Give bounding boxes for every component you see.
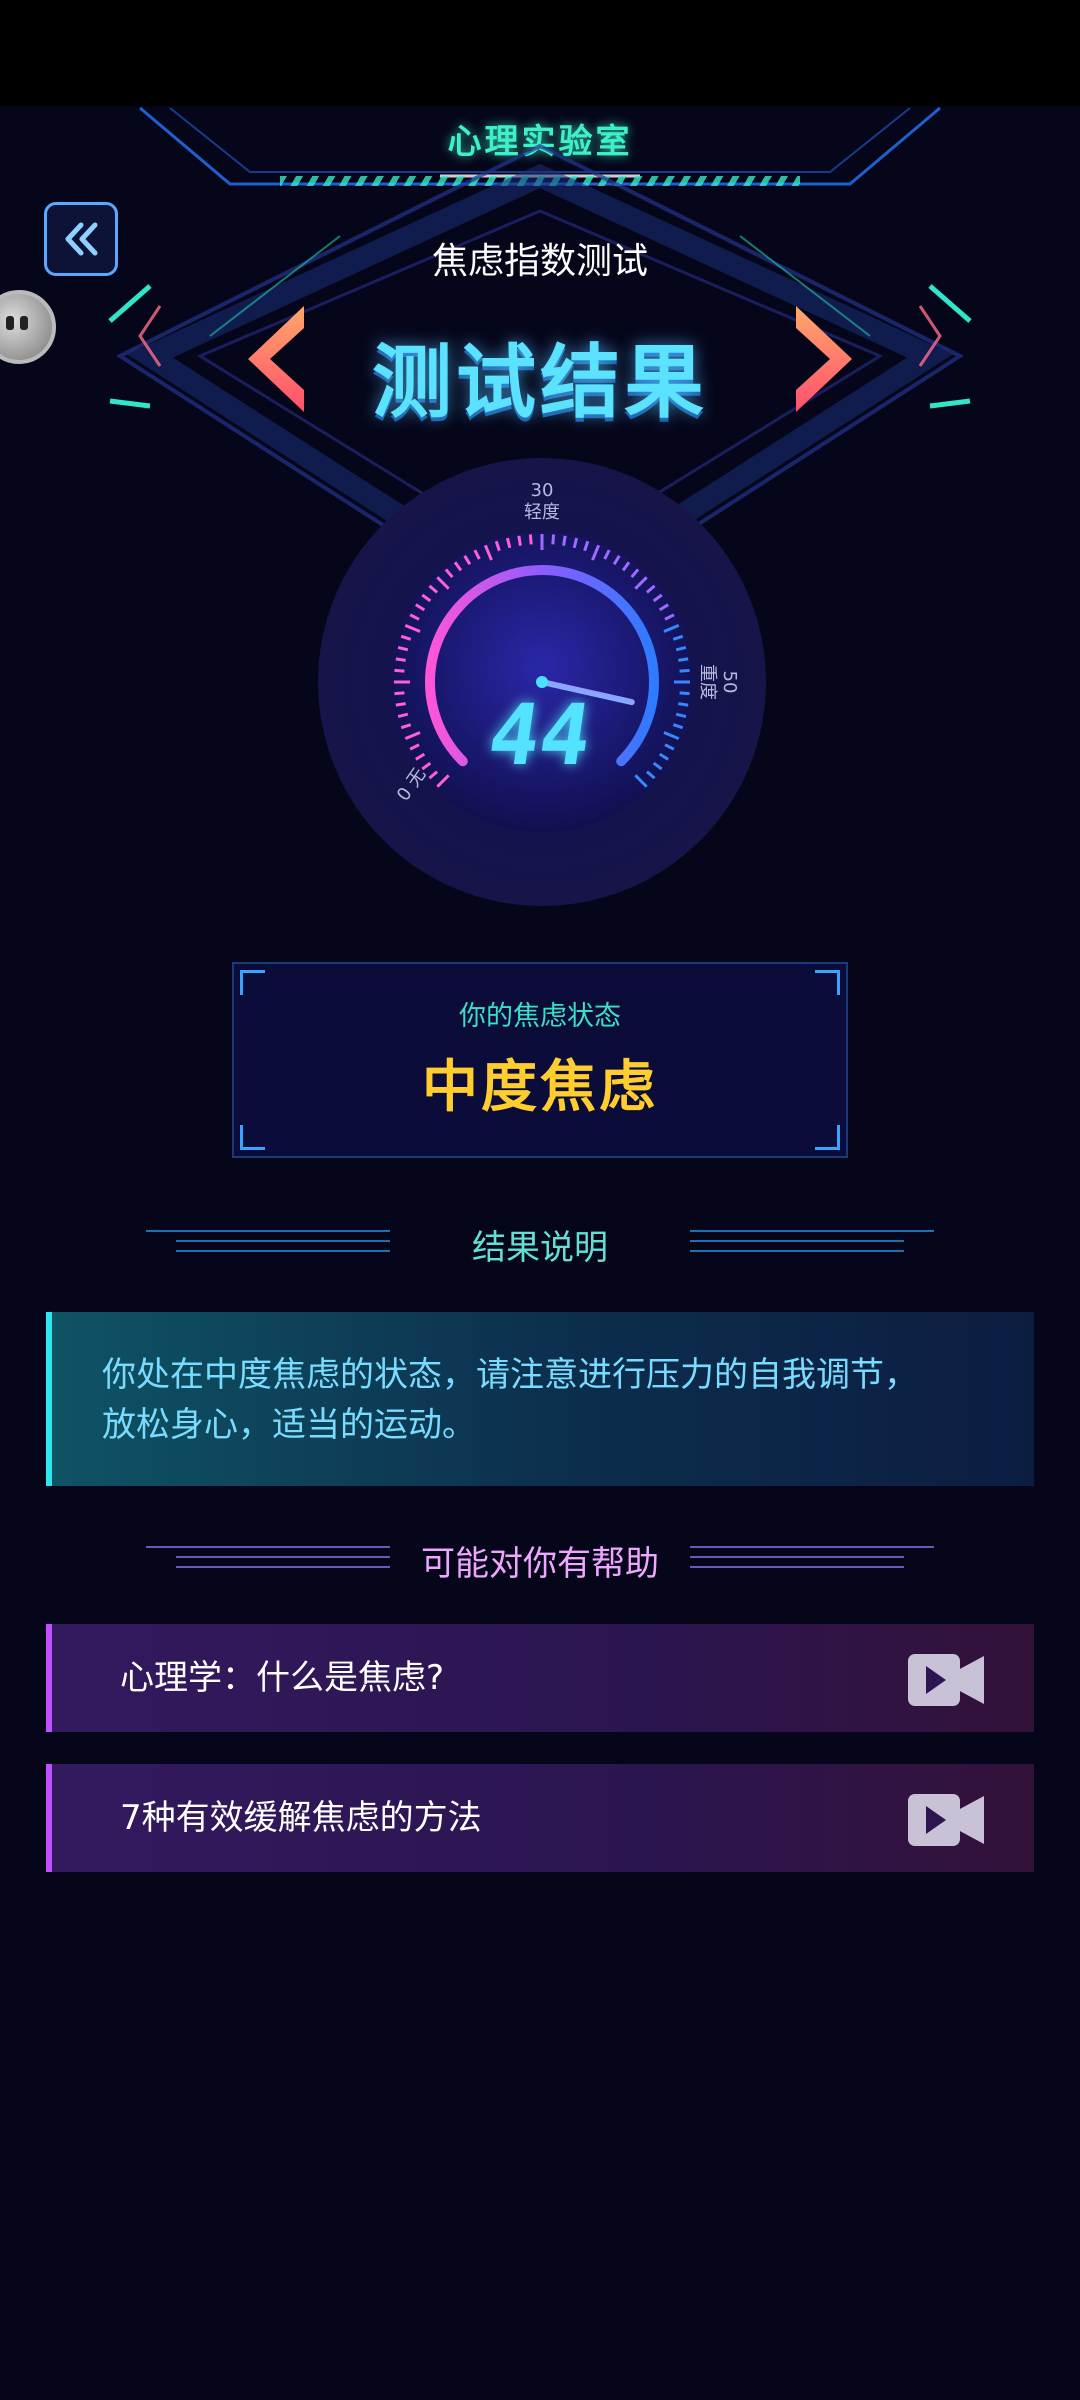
test-subtitle: 焦虑指数测试 bbox=[431, 241, 648, 282]
help-item-label: 心理学：什么是焦虑? bbox=[120, 1658, 445, 1698]
video-camera-icon[interactable] bbox=[908, 1654, 984, 1706]
gauge-tick bbox=[679, 668, 690, 673]
help-item-relief-methods[interactable]: 7种有效缓解焦虑的方法 bbox=[46, 1764, 1034, 1872]
gauge-tick bbox=[551, 534, 556, 545]
result-title: 测试结果 bbox=[372, 336, 708, 429]
corner-decoration bbox=[815, 1125, 840, 1150]
gauge-tick bbox=[394, 668, 405, 673]
result-description-line2: 放松身心，适当的运动。 bbox=[102, 1405, 476, 1445]
gauge-label-mid: 30 轻度 bbox=[512, 480, 572, 524]
gauge-tick bbox=[517, 535, 522, 546]
help-item-label: 7种有效缓解焦虑的方法 bbox=[120, 1798, 482, 1838]
result-description-box: 你处在中度焦虑的状态，请注意进行压力的自我调节， 放松身心，适当的运动。 bbox=[46, 1312, 1034, 1486]
gauge-tick bbox=[395, 657, 406, 662]
gauge-tick bbox=[678, 657, 689, 662]
gauge-label-mid-text: 轻度 bbox=[524, 502, 560, 523]
status-card: 你的焦虑状态 中度焦虑 bbox=[232, 962, 848, 1158]
corner-decoration bbox=[240, 970, 265, 995]
result-description-line1: 你处在中度焦虑的状态，请注意进行压力的自我调节， bbox=[102, 1355, 918, 1395]
score-readout: 44 bbox=[482, 686, 598, 784]
result-description: 你处在中度焦虑的状态，请注意进行压力的自我调节， 放松身心，适当的运动。 bbox=[102, 1350, 1002, 1450]
corner-decoration bbox=[240, 1125, 265, 1150]
result-section-title: 结果说明 bbox=[472, 1228, 608, 1268]
status-value: 中度焦虑 bbox=[422, 1055, 658, 1120]
video-camera-icon[interactable] bbox=[908, 1794, 984, 1846]
system-status-bar bbox=[0, 0, 1080, 106]
help-section-title: 可能对你有帮助 bbox=[421, 1544, 659, 1584]
gauge-label-mid-value: 30 bbox=[530, 480, 554, 501]
corner-decoration bbox=[815, 970, 840, 995]
help-item-what-is-anxiety[interactable]: 心理学：什么是焦虑? bbox=[46, 1624, 1034, 1732]
gauge-tick bbox=[562, 535, 567, 546]
status-label: 你的焦虑状态 bbox=[459, 1001, 621, 1032]
gauge-tick bbox=[528, 534, 533, 545]
